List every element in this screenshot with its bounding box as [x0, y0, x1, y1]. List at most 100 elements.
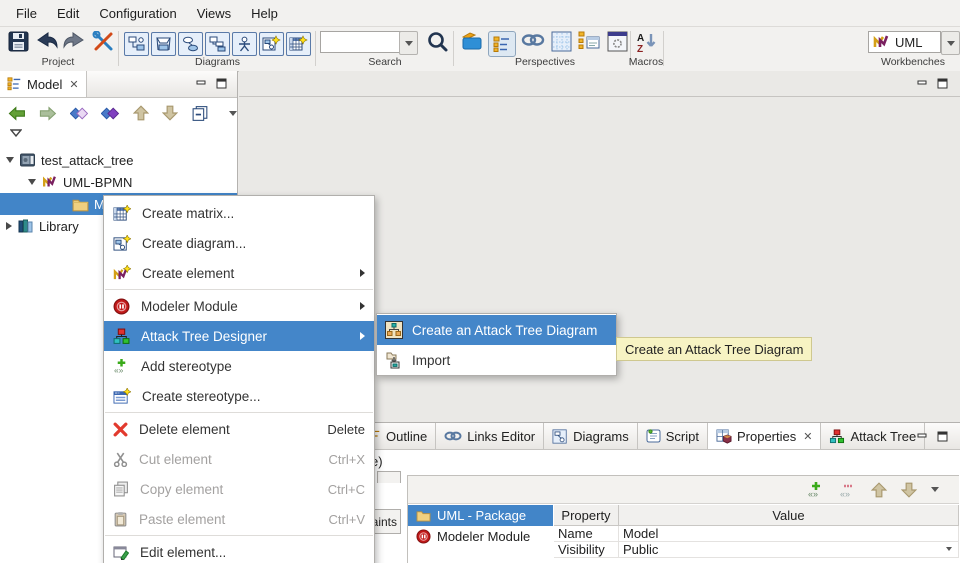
- macros-button[interactable]: A Z: [636, 31, 660, 54]
- tab-model[interactable]: Model ✕: [0, 71, 87, 97]
- add-stereotype-icon[interactable]: «»: [807, 481, 825, 499]
- search-dropdown-button[interactable]: [399, 31, 418, 55]
- value-cell[interactable]: Model: [619, 526, 959, 541]
- link-icon: [444, 429, 462, 443]
- toolbar-overflow-chevron[interactable]: [10, 129, 22, 137]
- actor-diagram-button[interactable]: [232, 32, 257, 56]
- menu-item-create-element[interactable]: Create element: [104, 258, 374, 288]
- tab-label: aints: [372, 515, 397, 529]
- element-list: UML - Package Modeler Module: [408, 505, 553, 563]
- move-down-icon[interactable]: [162, 105, 178, 121]
- workbench-selector[interactable]: UML: [868, 31, 941, 53]
- modelio-module-m-icon: [41, 174, 58, 190]
- maximize-icon[interactable]: [937, 78, 948, 89]
- menu-configuration[interactable]: Configuration: [89, 2, 186, 25]
- chevron-down-icon[interactable]: [946, 547, 952, 551]
- use-case-diagram-button[interactable]: [178, 32, 203, 56]
- bottom-view-tabbar: Outline Links Editor Diagrams: [367, 423, 960, 450]
- context-menu: Create matrix... Create diagram... Creat…: [103, 195, 375, 563]
- minimize-icon[interactable]: [196, 78, 207, 89]
- expander-icon[interactable]: [6, 157, 14, 163]
- tab-attack-tree[interactable]: Attack Tree: [821, 423, 925, 449]
- maximize-icon[interactable]: [216, 78, 227, 89]
- navigate-back-icon[interactable]: [8, 106, 26, 121]
- menu-item-attack-tree-designer[interactable]: Attack Tree Designer: [104, 321, 374, 351]
- tooltip: Create an Attack Tree Diagram: [616, 337, 812, 361]
- properties-menu-icon[interactable]: [931, 487, 939, 492]
- table-row-visibility[interactable]: Visibility Public: [554, 542, 959, 558]
- composite-diagram-button[interactable]: [205, 32, 230, 56]
- navigate-forward-icon[interactable]: [39, 106, 57, 121]
- search-input[interactable]: [320, 31, 404, 53]
- maximize-icon[interactable]: [937, 431, 948, 442]
- tree-item-uml-bpmn[interactable]: UML-BPMN: [0, 171, 237, 193]
- grid-icon: [551, 31, 572, 52]
- undo-button[interactable]: [36, 31, 59, 51]
- menu-item-label: Copy element: [140, 482, 223, 497]
- create-matrix-button[interactable]: [286, 32, 311, 56]
- configure-tools-button[interactable]: [92, 31, 115, 53]
- workbench-dropdown-button[interactable]: [941, 31, 960, 55]
- tab-properties[interactable]: Properties ✕: [708, 423, 821, 449]
- create-matrix-icon: [113, 205, 131, 222]
- links-perspective-button[interactable]: [521, 31, 545, 49]
- project-perspective-button[interactable]: [461, 31, 483, 51]
- element-list-item-modeler-module[interactable]: Modeler Module: [408, 526, 553, 547]
- search-icon: [427, 31, 449, 53]
- move-up-icon[interactable]: [133, 105, 149, 121]
- folder-icon: [416, 509, 431, 522]
- next-selection-icon[interactable]: [101, 106, 120, 121]
- previous-selection-icon[interactable]: [70, 106, 89, 121]
- tree-item-project[interactable]: test_attack_tree: [0, 149, 237, 171]
- submenu-item-create-attack-tree-diagram[interactable]: Create an Attack Tree Diagram: [377, 315, 616, 345]
- value-cell[interactable]: Public: [619, 542, 959, 557]
- move-up-icon[interactable]: [871, 482, 887, 498]
- bucket-icon: [461, 31, 483, 51]
- class-diagram-button[interactable]: [124, 32, 149, 56]
- menu-item-delete-element[interactable]: Delete element Delete: [104, 414, 374, 444]
- window-perspective-button[interactable]: [607, 31, 628, 52]
- remove-stereotype-icon[interactable]: «»: [839, 481, 857, 499]
- tab-outline[interactable]: Outline: [367, 423, 436, 449]
- close-icon[interactable]: ✕: [803, 430, 812, 443]
- search-button[interactable]: [427, 31, 449, 53]
- menu-views[interactable]: Views: [187, 2, 241, 25]
- create-diagram-button[interactable]: [259, 32, 284, 56]
- tab-links-editor[interactable]: Links Editor: [436, 423, 544, 449]
- menu-item-add-stereotype[interactable]: «» Add stereotype: [104, 351, 374, 381]
- minimize-icon[interactable]: [917, 78, 928, 89]
- deployment-diagram-icon: [155, 36, 172, 52]
- menu-help[interactable]: Help: [241, 2, 288, 25]
- hierarchy-perspective-button[interactable]: [578, 31, 600, 51]
- minimize-icon[interactable]: [917, 431, 928, 442]
- deployment-diagram-button[interactable]: [151, 32, 176, 56]
- tab-diagrams[interactable]: Diagrams: [544, 423, 638, 449]
- grid-perspective-button[interactable]: [551, 31, 572, 52]
- menu-item-paste-element[interactable]: Paste element Ctrl+V: [104, 504, 374, 534]
- save-button[interactable]: [8, 31, 29, 52]
- menu-item-create-diagram[interactable]: Create diagram...: [104, 228, 374, 258]
- tab-script[interactable]: Script: [638, 423, 708, 449]
- table-row-name[interactable]: Name Model: [554, 526, 959, 542]
- svg-text:«=: «=: [115, 390, 120, 395]
- collapse-all-icon[interactable]: [191, 105, 208, 122]
- menu-edit[interactable]: Edit: [47, 2, 89, 25]
- expander-icon[interactable]: [6, 222, 12, 230]
- tab-label: Links Editor: [467, 429, 535, 444]
- element-list-item-package[interactable]: UML - Package: [408, 505, 553, 526]
- close-icon[interactable]: ✕: [69, 78, 78, 91]
- expander-icon[interactable]: [28, 179, 36, 185]
- menu-item-create-matrix[interactable]: Create matrix...: [104, 198, 374, 228]
- menu-item-edit-element[interactable]: Edit element...: [104, 537, 374, 563]
- menu-file[interactable]: File: [6, 2, 47, 25]
- menu-item-cut-element[interactable]: Cut element Ctrl+X: [104, 444, 374, 474]
- move-down-icon[interactable]: [901, 482, 917, 498]
- view-menu-icon[interactable]: [229, 111, 237, 116]
- submenu-item-import[interactable]: Import: [377, 345, 616, 375]
- menu-item-create-stereotype[interactable]: «= Create stereotype...: [104, 381, 374, 411]
- menu-item-modeler-module[interactable]: Modeler Module: [104, 291, 374, 321]
- toolbar-group-label-search: Search: [345, 56, 425, 68]
- model-explorer-perspective-button[interactable]: [488, 31, 516, 57]
- menu-item-copy-element[interactable]: Copy element Ctrl+C: [104, 474, 374, 504]
- redo-button[interactable]: [62, 31, 85, 51]
